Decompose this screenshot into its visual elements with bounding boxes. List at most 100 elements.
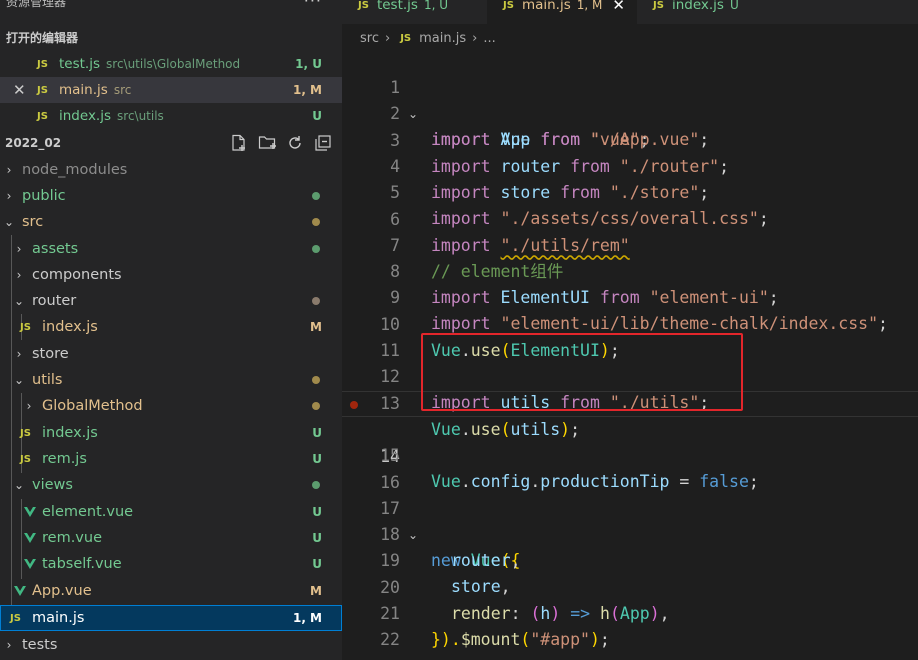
js-file-icon: JS [20, 321, 31, 333]
tree-folder-src[interactable]: ⌄ src [0, 209, 342, 235]
git-status-dot [312, 376, 320, 384]
tree-file-rem-vue[interactable]: rem.vue U [0, 525, 342, 551]
code-line[interactable]: 9 import "element-ui/lib/theme-chalk/ind… [342, 259, 918, 333]
git-status-badge: U [312, 557, 322, 571]
project-name: 2022_02 [5, 136, 62, 150]
code-line[interactable]: 22 [342, 601, 918, 649]
tree-file-main-js[interactable]: JS main.js 1, M [0, 605, 342, 631]
token: ; [599, 630, 610, 649]
breadcrumb: src › JS main.js › ... [360, 28, 496, 48]
breadcrumb-symbol[interactable]: ... [483, 31, 495, 46]
more-actions-icon[interactable]: ··· [304, 0, 322, 10]
tree-folder-node-modules[interactable]: › node_modules [0, 157, 342, 183]
code-line[interactable]: 18 router, [342, 496, 918, 570]
tab-label: index.js [671, 0, 724, 13]
vue-file-icon [14, 586, 26, 596]
tree-folder-globalmethod[interactable]: › GlobalMethod [0, 393, 342, 419]
chevron-right-icon: › [16, 242, 22, 256]
code-line[interactable]: 8 import ElementUI from "element-ui"; [342, 233, 918, 307]
code-line[interactable]: 21 }).$mount("#app"); [342, 575, 918, 649]
code-line[interactable]: 7 // element组件 [342, 207, 918, 281]
tab-index-js[interactable]: JS index.js U [637, 0, 767, 17]
git-status-badge: U [312, 531, 322, 545]
open-editor-item-test-js[interactable]: JS test.js src\utils\GlobalMethod 1, U [0, 51, 342, 77]
breadcrumb-file[interactable]: main.js [419, 31, 466, 46]
tree-file-element-vue[interactable]: element.vue U [0, 499, 342, 525]
chevron-right-icon: › [16, 268, 22, 282]
tree-folder-utils[interactable]: ⌄ utils [0, 367, 342, 393]
tree-file-utils-index-js[interactable]: JS index.js U [0, 420, 342, 446]
token: ) [589, 630, 600, 649]
breakpoint-dot[interactable] [350, 400, 358, 409]
js-file-icon: JS [400, 32, 412, 44]
code-line[interactable]: 1 ⌄ import Vue from "vue"; [342, 49, 918, 149]
tree-item-label: GlobalMethod [42, 398, 143, 414]
vue-file-icon [24, 559, 36, 569]
open-editor-name: test.js [59, 56, 101, 72]
tree-item-label: router [32, 293, 77, 309]
code-line[interactable]: 10 Vue.use(ElementUI); [342, 286, 918, 360]
code-line[interactable]: 16 [342, 444, 918, 492]
chevron-right-icon: › [16, 347, 22, 361]
tab-bar: JS test.js 1, U JS main.js 1, M ✕ JS ind… [342, 0, 918, 24]
token: "#app" [530, 630, 590, 649]
tree-item-label: store [32, 346, 69, 362]
tree-file-rem-js[interactable]: JS rem.js U [0, 446, 342, 472]
code-line[interactable]: 4 import store from "./store"; [342, 128, 918, 202]
chevron-right-icon: › [6, 189, 12, 203]
open-editor-item-main-js[interactable]: ✕ JS main.js src 1, M [0, 77, 342, 103]
chevron-down-icon: ⌄ [14, 373, 25, 387]
tree-item-label: index.js [42, 319, 98, 335]
tree-item-label: tests [22, 637, 58, 653]
open-editors-header[interactable]: 打开的编辑器 [6, 29, 78, 46]
tree-item-label: assets [32, 241, 79, 257]
breadcrumb-folder[interactable]: src [360, 31, 379, 46]
tree-file-app-vue[interactable]: App.vue M [0, 578, 342, 604]
git-status-dot [312, 192, 320, 200]
js-file-icon: JS [37, 110, 48, 122]
new-file-icon[interactable] [230, 134, 248, 152]
git-status-badge: U [312, 452, 322, 466]
project-header[interactable]: 2022_02 [0, 130, 342, 156]
token: $mount [460, 630, 521, 649]
code-line[interactable]: 20 render: (h) => h(App), [342, 549, 918, 623]
code-line[interactable]: 5 import "./assets/css/overall.css"; [342, 154, 918, 228]
code-line[interactable]: 3 import router from "./router"; [342, 102, 918, 176]
code-line[interactable]: 17 ⌄ new Vue({ [342, 470, 918, 570]
open-editor-status: 1, M [292, 83, 322, 97]
chevron-right-icon: › [26, 399, 32, 413]
tree-folder-components[interactable]: › components [0, 262, 342, 288]
git-status-dot [312, 245, 320, 253]
tree-folder-router[interactable]: ⌄ router [0, 288, 342, 314]
tree-folder-store[interactable]: › store [0, 341, 342, 367]
tab-main-js[interactable]: JS main.js 1, M ✕ [487, 0, 637, 24]
tree-item-label: views [32, 477, 73, 493]
git-status-badge: U [312, 426, 322, 440]
code-line[interactable]: 15 Vue.config.productionTip = false; [342, 417, 918, 491]
close-icon[interactable]: ✕ [13, 81, 26, 99]
tree-folder-assets[interactable]: › assets [0, 236, 342, 262]
project-actions [230, 134, 332, 152]
new-folder-icon[interactable] [258, 134, 276, 152]
tab-test-js[interactable]: JS test.js 1, U [342, 0, 487, 17]
collapse-all-icon[interactable] [314, 134, 332, 152]
refresh-icon[interactable] [286, 134, 304, 152]
tree-file-router-index-js[interactable]: JS index.js M [0, 314, 342, 340]
js-file-icon: JS [653, 0, 664, 11]
js-file-icon: JS [503, 0, 514, 11]
git-status-badge: U [312, 505, 322, 519]
tree-folder-public[interactable]: › public [0, 183, 342, 209]
tree-file-tabself-vue[interactable]: tabself.vue U [0, 551, 342, 577]
tree-folder-views[interactable]: ⌄ views [0, 472, 342, 498]
tree-item-label: utils [32, 372, 63, 388]
chevron-down-icon: ⌄ [14, 294, 25, 308]
code-line[interactable]: 19 store, [342, 522, 918, 596]
js-file-icon: JS [358, 0, 369, 11]
js-file-icon: JS [20, 453, 31, 465]
close-icon[interactable]: ✕ [612, 0, 625, 14]
code-line[interactable]: 2 import App from "./App.vue"; [342, 75, 918, 149]
code-line[interactable]: 6 import "./utils/rem" [342, 181, 918, 255]
js-file-icon: JS [10, 612, 21, 624]
tree-folder-tests[interactable]: › tests [0, 632, 342, 658]
open-editor-item-index-js[interactable]: JS index.js src\utils U [0, 103, 342, 129]
